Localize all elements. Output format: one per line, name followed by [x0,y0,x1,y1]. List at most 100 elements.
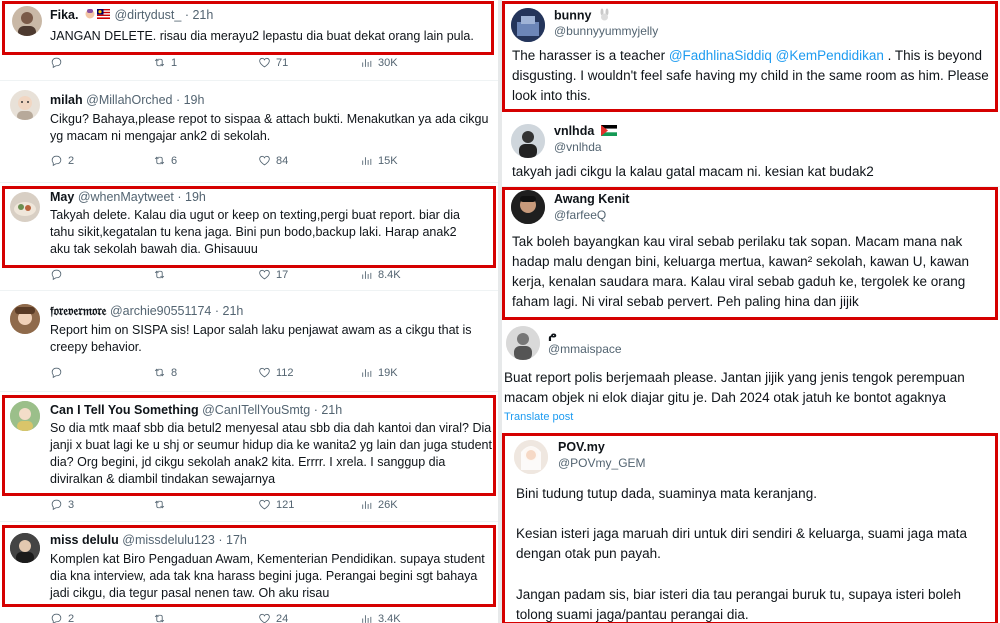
reply-button[interactable] [50,268,63,281]
retweet-icon [153,56,166,69]
reply-icon [50,612,63,623]
retweet-button[interactable]: 8 [153,366,177,379]
tweet-awangkenit[interactable]: Awang Kenit @farfeeQ Tak boleh bayangkan… [502,186,1000,320]
tweet-may[interactable]: May @whenMaytweet · 19h Takyah delete. K… [0,184,498,288]
author-name[interactable]: 𝔣𝔬𝔯𝔢𝔳𝔢𝔯𝔪𝔬𝔯𝔢 [50,304,106,318]
views-count: 19K [378,366,398,379]
right-tweet-column: bunny @bunnyyummyjelly The harasser is a… [502,0,1000,623]
retweet-icon [153,498,166,511]
heart-icon [258,154,271,167]
reply-button[interactable] [50,366,63,379]
author-handle[interactable]: @vnlhda [554,140,602,154]
tweet-forevermore[interactable]: 𝔣𝔬𝔯𝔢𝔳𝔢𝔯𝔪𝔬𝔯𝔢 @archie90551174 · 21h Report… [0,292,498,390]
heart-icon [258,612,271,623]
like-button[interactable]: 24 [258,612,288,623]
action-bar: 1 71 30K [50,56,490,72]
retweet-button[interactable]: 6 [153,154,177,167]
divider [0,80,498,81]
heart-icon [258,268,271,281]
views-button[interactable]: 30K [360,56,398,69]
avatar[interactable] [10,304,40,334]
like-button[interactable]: 17 [258,268,288,281]
author-line: milah @MillahOrched · 19h [50,93,204,107]
reply-button[interactable]: 2 [50,154,74,167]
author-name[interactable]: vnlhda [554,124,594,138]
views-icon [360,56,373,69]
action-bar: 2 6 84 15K [50,154,490,170]
divider [0,290,498,291]
author-name[interactable]: milah [50,93,83,107]
tweet-vnlhda[interactable]: vnlhda @vnlhda takyah jadi cikgu la kala… [502,116,1000,186]
highlight-box [2,395,496,496]
action-bar: 17 8.4K [50,268,490,284]
reply-icon [50,154,63,167]
highlight-box [2,1,494,55]
reply-button[interactable]: 3 [50,498,74,511]
views-button[interactable]: 19K [360,366,398,379]
author-handle[interactable]: @mmaispace [548,342,622,356]
retweet-button[interactable]: 1 [153,56,177,69]
views-icon [360,498,373,511]
tweet-mmaispace[interactable]: م @mmaispace Buat report polis berjemaah… [502,320,1000,430]
tweet-missdelulu[interactable]: miss delulu @missdelulu123 · 17h Komplen… [0,523,498,623]
action-bar: 3 121 26K [50,498,490,514]
post-time[interactable]: · 19h [176,93,205,107]
like-count: 121 [276,498,295,511]
tweet-milah[interactable]: milah @MillahOrched · 19h Cikgu? Bahaya,… [0,82,498,184]
author-handle[interactable]: @archie90551174 [110,304,211,318]
palestine-flag-icon [600,124,617,139]
retweet-button[interactable] [153,612,166,623]
action-bar: 8 112 19K [50,366,490,382]
retweet-icon [153,154,166,167]
heart-icon [258,56,271,69]
views-button[interactable]: 15K [360,154,398,167]
views-button[interactable]: 8.4K [360,268,401,281]
retweet-button[interactable] [153,498,166,511]
views-icon [360,154,373,167]
views-icon [360,612,373,623]
avatar[interactable] [511,124,545,158]
retweet-button[interactable] [153,268,166,281]
highlight-box [502,187,998,320]
reply-icon [50,56,63,69]
tweet-canitellyou[interactable]: Can I Tell You Something @CanITellYouSmt… [0,393,498,519]
author-line: vnlhda [554,124,617,139]
tweet-bunny[interactable]: bunny @bunnyyummyjelly The harasser is a… [502,0,1000,116]
tweet-fika[interactable]: Fika. @dirtydust_ · 21h JANGAN DELETE. r… [0,0,498,84]
views-count: 26K [378,498,398,511]
retweet-count: 8 [171,366,178,379]
divider [0,521,498,522]
avatar[interactable] [506,326,540,360]
views-count: 15K [378,154,398,167]
views-button[interactable]: 3.4K [360,612,401,623]
reply-count: 2 [68,154,75,167]
author-name[interactable]: م [548,327,557,341]
like-count: 112 [276,366,294,379]
like-button[interactable]: 84 [258,154,288,167]
action-bar: 2 24 3.4K [50,612,490,623]
reply-button[interactable]: 2 [50,612,74,623]
reply-icon [50,366,63,379]
like-button[interactable]: 71 [258,56,288,69]
retweet-count: 6 [171,154,178,167]
tweet-text: takyah jadi cikgu la kalau gatal macam n… [512,164,874,179]
retweet-icon [153,366,166,379]
like-count: 24 [276,612,289,623]
author-line: م [548,326,557,341]
post-time[interactable]: · 21h [215,304,244,318]
like-button[interactable]: 121 [258,498,294,511]
like-count: 17 [276,268,289,281]
tweet-povmy[interactable]: POV.my @POVmy_GEM Bini tudung tutup dada… [502,430,1000,623]
reply-button[interactable] [50,56,63,69]
author-handle[interactable]: @MillahOrched [86,93,172,107]
avatar[interactable] [10,90,40,120]
tweet-text: Report him on SISPA sis! Lapor salah lak… [50,323,472,354]
like-button[interactable]: 112 [258,366,294,379]
divider [0,182,498,183]
views-count: 30K [378,56,398,69]
views-icon [360,268,373,281]
divider [0,391,498,392]
views-button[interactable]: 26K [360,498,398,511]
views-count: 8.4K [378,268,401,281]
translate-link[interactable]: Translate post [504,411,573,423]
